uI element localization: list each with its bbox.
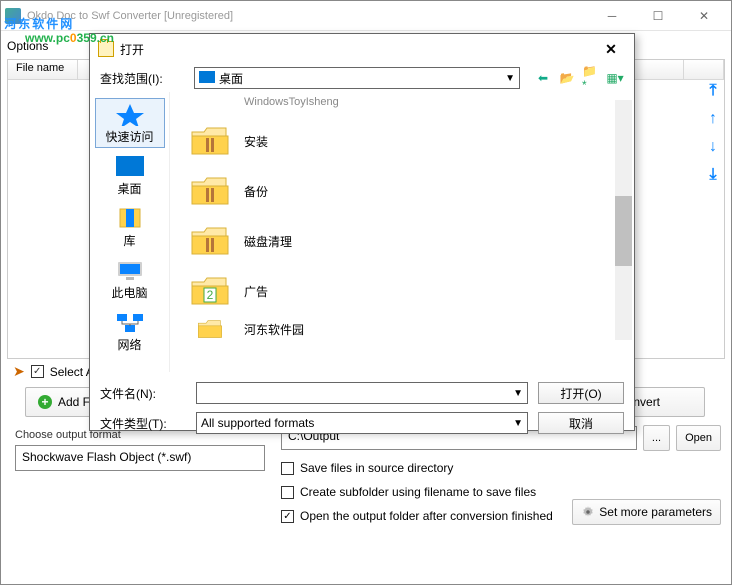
opt2-checkbox[interactable] [281,486,294,499]
places-bar: 快速访问 桌面 库 此电脑 网络 [90,92,170,372]
options-label[interactable]: Options [7,39,48,53]
place-quick-access[interactable]: 快速访问 [95,98,165,148]
format-value: Shockwave Flash Object (*.swf) [22,450,191,464]
move-bottom-button[interactable]: ⤓ [703,165,723,185]
select-arrow-icon: ➤ [13,363,25,380]
dialog-close-button[interactable]: ✕ [596,41,626,58]
chevron-down-icon: ▼ [513,418,523,429]
select-all-checkbox[interactable]: ✓ [31,365,44,378]
place-label: 快速访问 [105,128,153,145]
file-list-scrollbar[interactable] [615,100,632,340]
browse-button[interactable]: ... [643,425,670,451]
dialog-bottom: 文件名(N): ▼ 打开(O) 文件类型(T): All supported f… [90,372,634,444]
opt3-label: Open the output folder after conversion … [300,509,553,523]
move-down-button[interactable]: ↓ [703,137,723,157]
app-icon [5,8,21,24]
this-pc-icon [114,258,146,282]
dialog-title: 打开 [120,41,596,58]
list-item[interactable]: 安装 [174,116,630,166]
place-label: 网络 [117,336,141,353]
minimize-button[interactable]: ─ [589,1,635,31]
open-output-button[interactable]: Open [676,425,721,451]
place-label: 此电脑 [111,284,147,301]
gear-icon [581,505,595,519]
col-extra2[interactable] [684,60,724,79]
open-file-dialog: 打开 ✕ 查找范围(I): 桌面 ▼ ⬅ 📂 📁* ▦▾ 快速访问 桌面 [89,33,635,431]
desktop-icon [114,154,146,178]
main-titlebar: Okdo Doc to Swf Converter [Unregistered]… [1,1,731,31]
select-all-row: ➤ ✓ Select All [13,363,99,380]
opt2-label: Create subfolder using filename to save … [300,485,536,499]
filename-label: 文件名(N): [100,385,186,402]
place-this-pc[interactable]: 此电脑 [95,254,165,304]
dialog-open-button[interactable]: 打开(O) [538,382,624,404]
filetype-label: 文件类型(T): [100,415,186,432]
filetype-value: All supported formats [201,416,314,430]
place-libraries[interactable]: 库 [95,202,165,252]
set-more-parameters-button[interactable]: Set more parameters [572,499,721,525]
place-label: 库 [123,232,135,249]
star-icon [114,102,146,126]
libraries-icon [114,206,146,230]
item-label: 安装 [244,133,268,150]
up-one-level-button[interactable]: 📂 [558,69,576,87]
folder-icon [190,318,230,340]
dialog-cancel-button[interactable]: 取消 [538,412,624,434]
lookin-label: 查找范围(I): [100,70,186,87]
opt3-checkbox[interactable]: ✓ [281,510,294,523]
maximize-button[interactable]: ☐ [635,1,681,31]
format-select[interactable]: Shockwave Flash Object (*.swf) [15,445,265,471]
folder-icon [190,224,230,258]
folder-icon [190,124,230,158]
list-item[interactable]: 2 广告 [174,266,630,316]
dialog-titlebar: 打开 ✕ [90,34,634,64]
item-label: 磁盘清理 [244,233,292,250]
place-label: 桌面 [117,180,141,197]
chevron-down-icon: ▼ [513,388,523,399]
file-list[interactable]: WindowsToyIsheng 安装 备份 磁盘清理 2 广告 河东软件园 [170,92,634,372]
lookin-value: 桌面 [219,72,243,86]
move-top-button[interactable]: ⤒ [703,81,723,101]
opt1-checkbox[interactable] [281,462,294,475]
list-item[interactable]: 磁盘清理 [174,216,630,266]
folder-icon [190,174,230,208]
move-up-button[interactable]: ↑ [703,109,723,129]
lookin-select[interactable]: 桌面 ▼ [194,67,520,89]
back-button[interactable]: ⬅ [534,69,552,87]
list-item[interactable]: 河东软件园 [174,316,630,342]
place-desktop[interactable]: 桌面 [95,150,165,200]
svg-text:2: 2 [207,288,214,302]
opt1-label: Save files in source directory [300,461,453,475]
list-item[interactable]: WindowsToyIsheng [174,96,630,116]
new-folder-button[interactable]: 📁* [582,69,600,87]
reorder-arrows: ⤒ ↑ ↓ ⤓ [703,81,723,185]
desktop-icon [199,71,215,83]
scrollbar-thumb[interactable] [615,196,632,266]
col-filename[interactable]: File name [8,60,78,79]
folder-open-icon [98,41,114,57]
chevron-down-icon: ▼ [505,73,515,84]
folder-icon: 2 [190,274,230,308]
item-label: 备份 [244,183,268,200]
lookin-row: 查找范围(I): 桌面 ▼ ⬅ 📂 📁* ▦▾ [90,64,634,92]
place-network[interactable]: 网络 [95,306,165,356]
view-menu-button[interactable]: ▦▾ [606,69,624,87]
list-item[interactable]: 备份 [174,166,630,216]
network-icon [114,310,146,334]
plus-icon: + [38,395,52,409]
window-title: Okdo Doc to Swf Converter [Unregistered] [27,10,589,22]
filename-field[interactable]: ▼ [196,382,528,404]
item-label: 广告 [244,283,268,300]
item-label: 河东软件园 [244,321,304,338]
more-params-label: Set more parameters [599,505,712,519]
filetype-field[interactable]: All supported formats ▼ [196,412,528,434]
close-button[interactable]: ✕ [681,1,727,31]
